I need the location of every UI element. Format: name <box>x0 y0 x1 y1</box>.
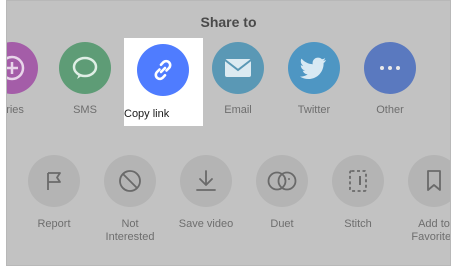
bookmark-icon <box>408 155 450 207</box>
download-icon <box>180 155 232 207</box>
share-sheet: Share to ories SMS Copy link E <box>6 0 451 266</box>
copy-link-label: Copy link <box>124 108 170 120</box>
stitch-icon <box>332 155 384 207</box>
share-sms-button[interactable]: SMS <box>40 42 130 132</box>
share-other-button[interactable]: Other <box>345 42 435 132</box>
action-label: Add to Favorites <box>411 218 451 243</box>
share-label: Other <box>376 104 404 116</box>
link-icon <box>137 44 189 96</box>
flag-icon <box>28 155 80 207</box>
add-to-favorites-button[interactable]: Add to Favorites <box>389 155 451 255</box>
sms-icon <box>59 42 111 94</box>
duet-icon <box>256 155 308 207</box>
block-icon <box>104 155 156 207</box>
stories-icon <box>7 42 38 94</box>
twitter-icon <box>288 42 340 94</box>
share-label: SMS <box>73 104 97 116</box>
share-title: Share to <box>200 14 257 30</box>
more-icon <box>364 42 416 94</box>
email-icon <box>212 42 264 94</box>
copy-link-highlight[interactable]: Copy link <box>124 38 203 126</box>
